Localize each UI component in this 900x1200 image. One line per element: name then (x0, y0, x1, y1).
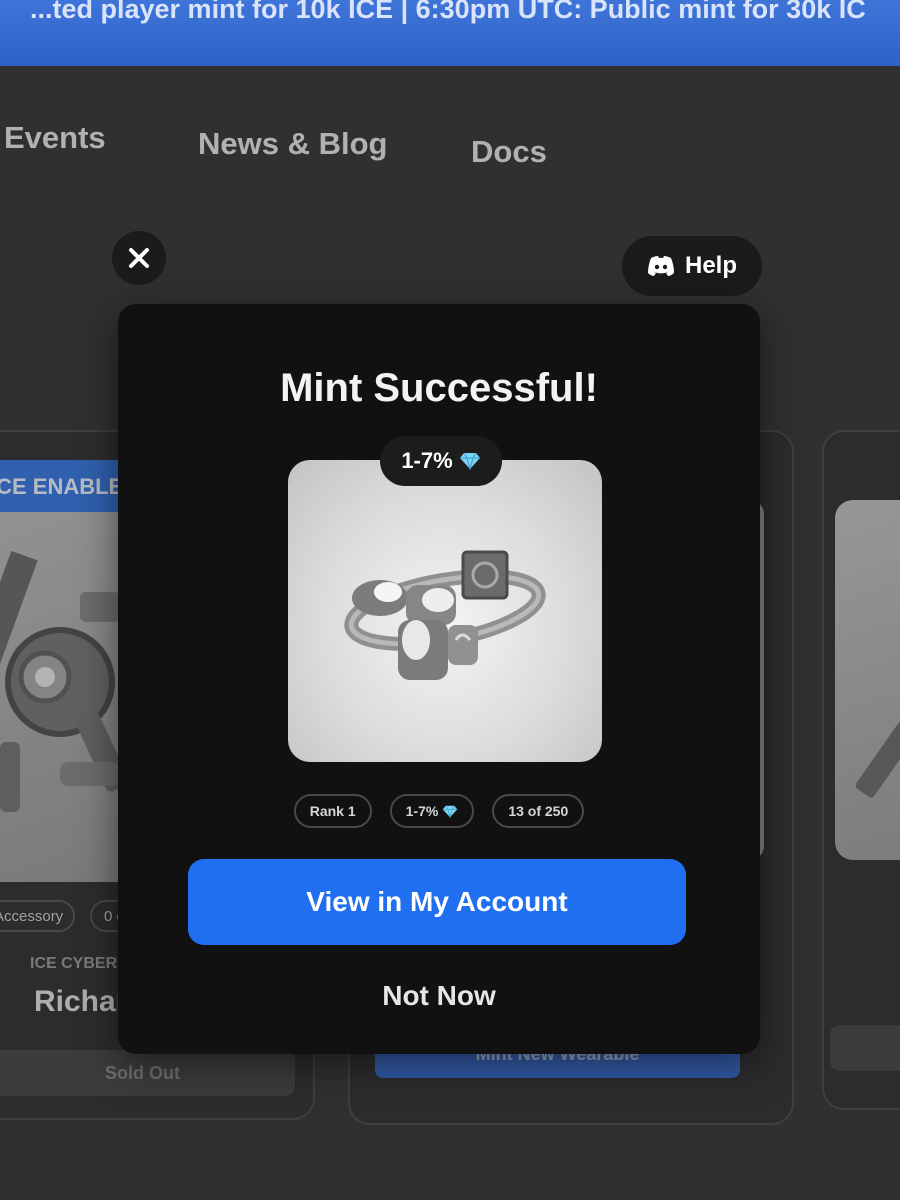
wearable-accessory-image (344, 550, 546, 680)
mint-success-modal: Mint Successful! 1-7% Rank 1 1-7% 13 of … (118, 304, 760, 1054)
help-button[interactable]: Help (622, 236, 762, 296)
help-label: Help (684, 252, 737, 279)
edition-chip: 13 of 250 (492, 794, 585, 828)
discord-icon (647, 256, 674, 276)
rarity-pill: 1-7% (380, 436, 502, 486)
diamond-icon (459, 452, 480, 470)
view-in-my-account-button[interactable]: View in My Account (188, 859, 686, 945)
close-button[interactable] (112, 231, 166, 285)
rarity-pill-label: 1-7% (401, 448, 453, 473)
announcement-bar: ...ted player mint for 10k ICE | 6:30pm … (0, 0, 900, 66)
nft-stats-row: Rank 1 1-7% 13 of 250 (118, 794, 760, 828)
close-icon (129, 248, 149, 268)
rarity-chip-label: 1-7% (405, 803, 439, 819)
not-now-button[interactable]: Not Now (118, 980, 760, 1012)
rank-chip: Rank 1 (293, 794, 372, 828)
diamond-icon (443, 804, 458, 818)
modal-title: Mint Successful! (280, 366, 598, 410)
rank-chip-label: Rank 1 (309, 803, 356, 819)
announcement-text: ...ted player mint for 10k ICE | 6:30pm … (30, 0, 866, 24)
nft-preview-image (288, 460, 602, 762)
rarity-chip: 1-7% (389, 794, 475, 828)
edition-chip-label: 13 of 250 (508, 803, 569, 819)
